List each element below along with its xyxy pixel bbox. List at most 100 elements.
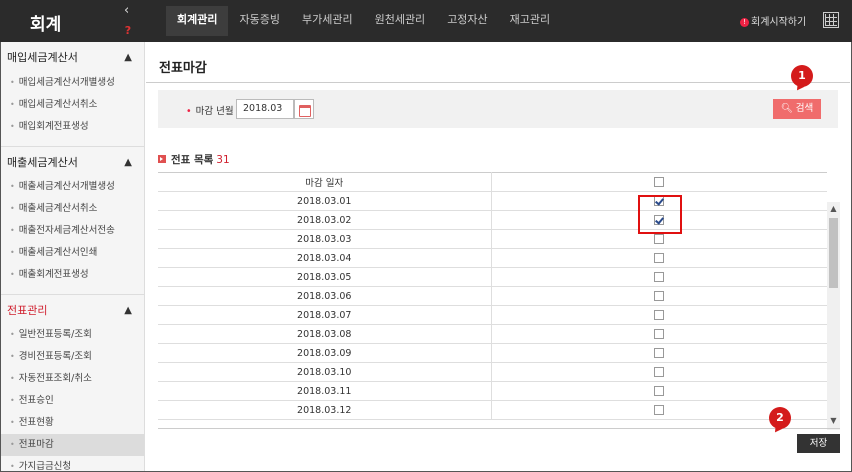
chevron-up-icon[interactable]: ▲ (124, 147, 132, 179)
sidebar-item[interactable]: • 전표현황 (1, 412, 144, 434)
top-tab-5[interactable]: 재고관리 (499, 6, 561, 36)
sidebar-item[interactable]: • 매출전자세금계산서전송 (1, 220, 144, 242)
chevron-up-icon[interactable]: ▲ (124, 295, 132, 327)
save-button[interactable]: 저장 (797, 434, 840, 453)
sidebar-section-1[interactable]: 매출세금계산서 ▲ (1, 146, 144, 176)
row-checkbox[interactable] (654, 253, 665, 263)
scroll-up-icon[interactable]: ▲ (827, 204, 840, 214)
start-accounting-label: 회계시작하기 (751, 17, 807, 28)
closing-date-cell: 2018.03.11 (158, 381, 492, 401)
closing-month-input[interactable]: 2018.03 (236, 99, 294, 119)
sidebar-item[interactable]: • 매출회계전표생성 (1, 264, 144, 286)
calculator-icon[interactable] (823, 12, 839, 28)
sidebar-item-label: 전표현황 (18, 417, 54, 428)
closing-date-cell: 2018.03.05 (158, 267, 492, 287)
bullet-icon: • (10, 204, 15, 213)
bullet-icon: • (10, 248, 15, 257)
scroll-down-icon[interactable]: ▼ (827, 416, 840, 426)
closing-month-label: • 마감 년월 (186, 103, 234, 117)
sidebar-item-label: 매출세금계산서취소 (18, 203, 98, 214)
calendar-icon[interactable] (294, 99, 314, 119)
sidebar-item[interactable]: • 가지급금신청 (1, 456, 144, 471)
sidebar-item[interactable]: • 전표마감 (1, 434, 144, 456)
row-checkbox[interactable] (654, 310, 665, 320)
row-checkbox[interactable] (654, 386, 665, 396)
sidebar-item-label: 매출세금계산서개별생성 (18, 181, 115, 192)
sidebar-item[interactable]: • 일반전표등록/조회 (1, 324, 144, 346)
bullet-icon: • (10, 100, 15, 109)
table-scrollbar[interactable]: ▲ ▼ (827, 202, 840, 430)
top-tab-0[interactable]: 회계관리 (166, 6, 229, 36)
row-checkbox[interactable] (654, 348, 665, 358)
sidebar-item-label: 일반전표등록/조회 (18, 329, 92, 340)
filter-panel: • 마감 년월 2018.03 🔍︎ 검색 (158, 90, 838, 128)
closing-date-cell: 2018.03.04 (158, 248, 492, 268)
sidebar-item[interactable]: • 매출세금계산서취소 (1, 198, 144, 220)
search-button[interactable]: 🔍︎ 검색 (773, 99, 821, 119)
closing-date-cell: 2018.03.03 (158, 229, 492, 249)
bullet-icon: • (10, 270, 15, 279)
brand-area: 회계 ‹ ? (0, 0, 146, 42)
sidebar-item[interactable]: • 매출세금계산서개별생성 (1, 176, 144, 198)
sidebar-section-title: 전표관리 (7, 304, 48, 317)
sidebar-section-0[interactable]: 매입세금계산서 ▲ (1, 42, 144, 72)
sidebar-item[interactable]: • 매입회계전표생성 (1, 116, 144, 138)
voucher-list-header: 전표 목록 31 (158, 152, 230, 167)
row-checkbox[interactable] (654, 367, 665, 377)
closing-date-cell: 2018.03.07 (158, 305, 492, 325)
table-row: 2018.03.05 (158, 267, 827, 287)
select-all-checkbox[interactable] (654, 177, 665, 187)
sidebar-section-title: 매출세금계산서 (7, 156, 78, 169)
bullet-icon: • (10, 226, 15, 235)
top-tab-2[interactable]: 부가세관리 (291, 6, 364, 36)
title-divider (146, 82, 850, 83)
sidebar-item[interactable]: • 매입세금계산서취소 (1, 94, 144, 116)
app-title: 회계 (30, 15, 62, 35)
bullet-icon: • (10, 122, 15, 131)
voucher-count: 31 (216, 154, 230, 166)
row-checkbox[interactable] (654, 272, 665, 282)
row-checkbox[interactable] (654, 329, 665, 339)
closing-date-cell: 2018.03.09 (158, 343, 492, 363)
chevron-up-icon[interactable]: ▲ (124, 42, 132, 74)
sidebar-item[interactable]: • 매출세금계산서인쇄 (1, 242, 144, 264)
row-checkbox[interactable] (654, 291, 665, 301)
required-mark: • (186, 106, 192, 117)
bullet-icon: • (10, 396, 15, 405)
closing-date-cell: 2018.03.08 (158, 324, 492, 344)
help-headset-icon[interactable]: ? (121, 24, 135, 38)
top-menu: 회계관리 자동증빙 부가세관리 원천세관리 고정자산 재고관리 (166, 6, 561, 36)
search-button-label: 검색 (795, 103, 814, 114)
sidebar-item-label: 가지급금신청 (18, 461, 72, 471)
sidebar: 매입세금계산서 ▲ • 매입세금계산서개별생성 • 매입세금계산서취소 • 매입회계전표생성 매… (1, 42, 145, 471)
top-tab-3[interactable]: 원천세관리 (364, 6, 437, 36)
sidebar-item[interactable]: • 전표승인 (1, 390, 144, 412)
select-cell (491, 286, 827, 306)
sidebar-item[interactable]: • 자동전표조회/취소 (1, 368, 144, 390)
table-row: 2018.03.11 (158, 381, 827, 401)
sidebar-item[interactable]: • 경비전표등록/조회 (1, 346, 144, 368)
bullet-icon: • (10, 352, 15, 361)
bullet-icon: • (10, 182, 15, 191)
sidebar-section-gap (1, 286, 144, 294)
sidebar-item-label: 매입회계전표생성 (18, 121, 89, 132)
top-tab-1[interactable]: 자동증빙 (228, 6, 290, 36)
top-tab-4[interactable]: 고정자산 (436, 6, 498, 36)
sidebar-item[interactable]: • 매입세금계산서개별생성 (1, 72, 144, 94)
sidebar-item-label: 매입세금계산서취소 (18, 99, 98, 110)
table-row: 2018.03.03 (158, 229, 827, 249)
sidebar-section-title: 매입세금계산서 (7, 51, 78, 64)
sidebar-section-2[interactable]: 전표관리 ▲ (1, 294, 144, 324)
sidebar-item-label: 전표마감 (18, 439, 54, 450)
row-checkbox[interactable] (654, 405, 665, 415)
column-header-closing-date: 마감 일자 (158, 172, 492, 192)
row-checkbox[interactable] (654, 234, 665, 244)
start-accounting-link[interactable]: ! 회계시작하기 (740, 13, 806, 28)
sidebar-item-label: 매입세금계산서개별생성 (18, 77, 115, 88)
callout-badge-1: 1 (791, 65, 813, 87)
chevron-left-icon[interactable]: ‹ (124, 3, 129, 18)
bullet-icon: • (10, 418, 15, 427)
scroll-thumb[interactable] (829, 218, 838, 288)
select-cell (491, 324, 827, 344)
table-row: 2018.03.04 (158, 248, 827, 268)
